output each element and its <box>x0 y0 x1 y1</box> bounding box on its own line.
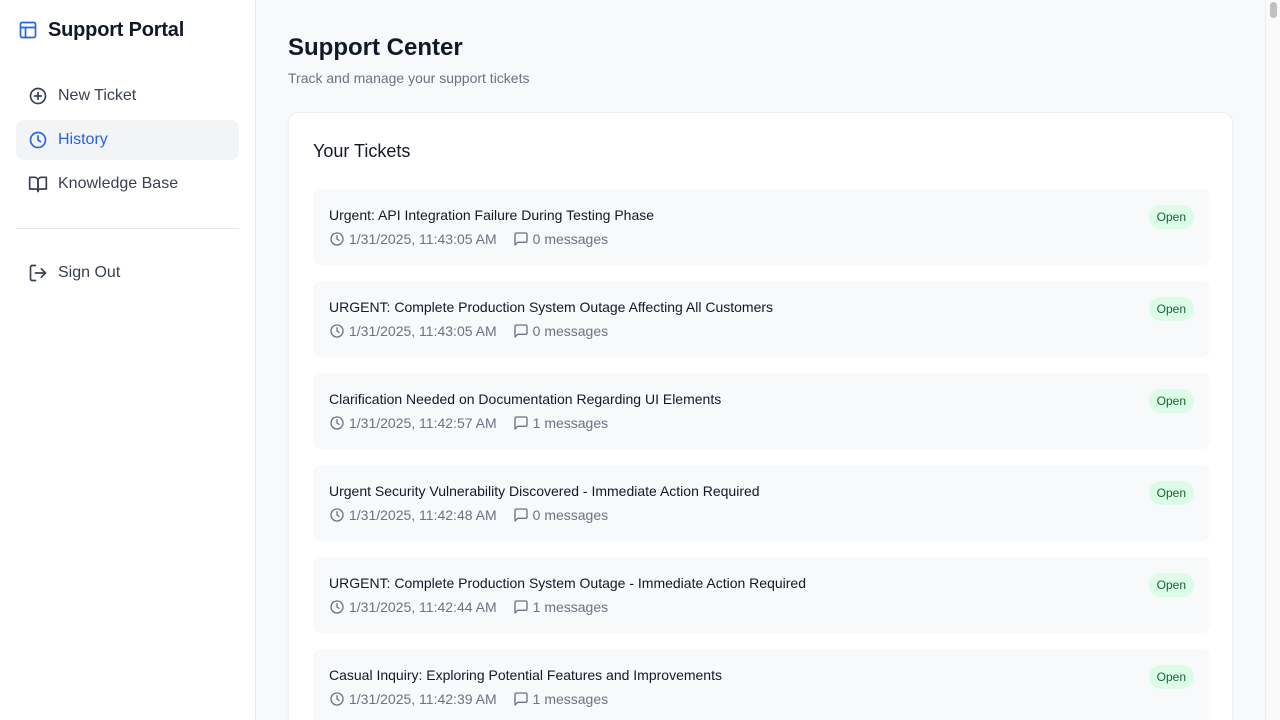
card-title: Your Tickets <box>313 141 411 161</box>
message-square-icon <box>513 324 528 338</box>
page-subtitle: Track and manage your support tickets <box>288 70 530 86</box>
sidebar-item-knowledge-base[interactable]: Knowledge Base <box>16 164 239 204</box>
ticket-row[interactable]: Casual Inquiry: Exploring Potential Feat… <box>313 649 1210 720</box>
ticket-meta: 1/31/2025, 11:42:39 AM 1 messages <box>329 691 608 707</box>
ticket-timestamp: 1/31/2025, 11:43:05 AM <box>329 231 497 247</box>
status-badge: Open <box>1148 665 1194 689</box>
timestamp-text: 1/31/2025, 11:43:05 AM <box>349 231 497 247</box>
messages-text: 1 messages <box>532 599 609 615</box>
timestamp-text: 1/31/2025, 11:42:48 AM <box>349 507 497 523</box>
ticket-meta: 1/31/2025, 11:43:05 AM 0 messages <box>329 231 608 247</box>
ticket-title: Urgent: API Integration Failure During T… <box>329 207 655 223</box>
ticket-message-count: 1 messages <box>513 691 608 707</box>
status-badge: Open <box>1148 297 1194 321</box>
clock-icon <box>330 232 344 246</box>
ticket-message-count: 1 messages <box>513 415 608 431</box>
ticket-timestamp: 1/31/2025, 11:42:48 AM <box>329 507 497 523</box>
status-badge: Open <box>1148 573 1194 597</box>
message-square-icon <box>513 232 528 246</box>
ticket-title: URGENT: Complete Production System Outag… <box>329 299 774 315</box>
messages-text: 0 messages <box>532 231 609 247</box>
ticket-row[interactable]: URGENT: Complete Production System Outag… <box>313 557 1210 633</box>
sign-out-label: Sign Out <box>58 264 121 281</box>
ticket-message-count: 1 messages <box>513 599 608 615</box>
ticket-title: Clarification Needed on Documentation Re… <box>329 391 722 407</box>
ticket-row[interactable]: URGENT: Complete Production System Outag… <box>313 281 1210 357</box>
ticket-list: Urgent: API Integration Failure During T… <box>313 189 1210 720</box>
book-open-icon <box>28 176 48 193</box>
scrollbar-thumb[interactable] <box>1270 2 1277 18</box>
sidebar-item-label: Knowledge Base <box>58 175 179 192</box>
brand-name: Support Portal <box>48 18 185 41</box>
clock-icon <box>330 416 344 430</box>
clock-icon <box>330 600 344 614</box>
clock-icon <box>330 324 344 338</box>
message-square-icon <box>513 508 528 522</box>
sidebar-divider <box>16 228 239 229</box>
messages-text: 1 messages <box>532 415 609 431</box>
clock-icon <box>330 508 344 522</box>
messages-text: 1 messages <box>532 691 609 707</box>
sidebar-item-new-ticket[interactable]: New Ticket <box>16 76 239 116</box>
sidebar-item-label: New Ticket <box>58 87 137 104</box>
clock-icon <box>330 692 344 706</box>
ticket-title: Urgent Security Vulnerability Discovered… <box>329 483 760 499</box>
clock-icon <box>29 131 47 149</box>
timestamp-text: 1/31/2025, 11:42:44 AM <box>349 599 497 615</box>
timestamp-text: 1/31/2025, 11:42:57 AM <box>349 415 497 431</box>
timestamp-text: 1/31/2025, 11:43:05 AM <box>349 323 497 339</box>
status-badge: Open <box>1148 481 1194 505</box>
vertical-scrollbar[interactable] <box>1265 0 1280 720</box>
ticket-title: URGENT: Complete Production System Outag… <box>329 575 806 591</box>
sign-out-button[interactable]: Sign Out <box>16 253 239 293</box>
ticket-timestamp: 1/31/2025, 11:42:39 AM <box>329 691 497 707</box>
ticket-timestamp: 1/31/2025, 11:43:05 AM <box>329 323 497 339</box>
sidebar-nav: New Ticket History Knowledge Base <box>16 76 239 208</box>
messages-text: 0 messages <box>532 323 609 339</box>
log-out-icon <box>29 264 47 282</box>
ticket-row[interactable]: Urgent Security Vulnerability Discovered… <box>313 465 1210 541</box>
ticket-title: Casual Inquiry: Exploring Potential Feat… <box>329 667 722 683</box>
ticket-meta: 1/31/2025, 11:42:44 AM 1 messages <box>329 599 608 615</box>
sidebar: Support Portal New Ticket History Knowle… <box>0 0 256 720</box>
ticket-timestamp: 1/31/2025, 11:42:44 AM <box>329 599 497 615</box>
ticket-row[interactable]: Urgent: API Integration Failure During T… <box>313 189 1210 265</box>
layout-icon <box>19 21 37 39</box>
sidebar-item-label: History <box>58 131 108 148</box>
tickets-card: Your Tickets Urgent: API Integration Fai… <box>288 112 1233 720</box>
message-square-icon <box>513 600 528 614</box>
ticket-meta: 1/31/2025, 11:42:48 AM 0 messages <box>329 507 608 523</box>
page-title: Support Center <box>288 34 463 61</box>
ticket-message-count: 0 messages <box>513 323 608 339</box>
timestamp-text: 1/31/2025, 11:42:39 AM <box>349 691 497 707</box>
messages-text: 0 messages <box>532 507 609 523</box>
message-square-icon <box>513 416 528 430</box>
status-badge: Open <box>1148 389 1194 413</box>
ticket-meta: 1/31/2025, 11:42:57 AM 1 messages <box>329 415 608 431</box>
ticket-message-count: 0 messages <box>513 507 608 523</box>
plus-circle-icon <box>29 87 47 105</box>
ticket-row[interactable]: Clarification Needed on Documentation Re… <box>313 373 1210 449</box>
message-square-icon <box>513 692 528 706</box>
ticket-meta: 1/31/2025, 11:43:05 AM 0 messages <box>329 323 608 339</box>
ticket-timestamp: 1/31/2025, 11:42:57 AM <box>329 415 497 431</box>
status-badge: Open <box>1148 205 1194 229</box>
sidebar-item-history[interactable]: History <box>16 120 239 160</box>
brand[interactable]: Support Portal <box>18 18 184 42</box>
ticket-message-count: 0 messages <box>513 231 608 247</box>
